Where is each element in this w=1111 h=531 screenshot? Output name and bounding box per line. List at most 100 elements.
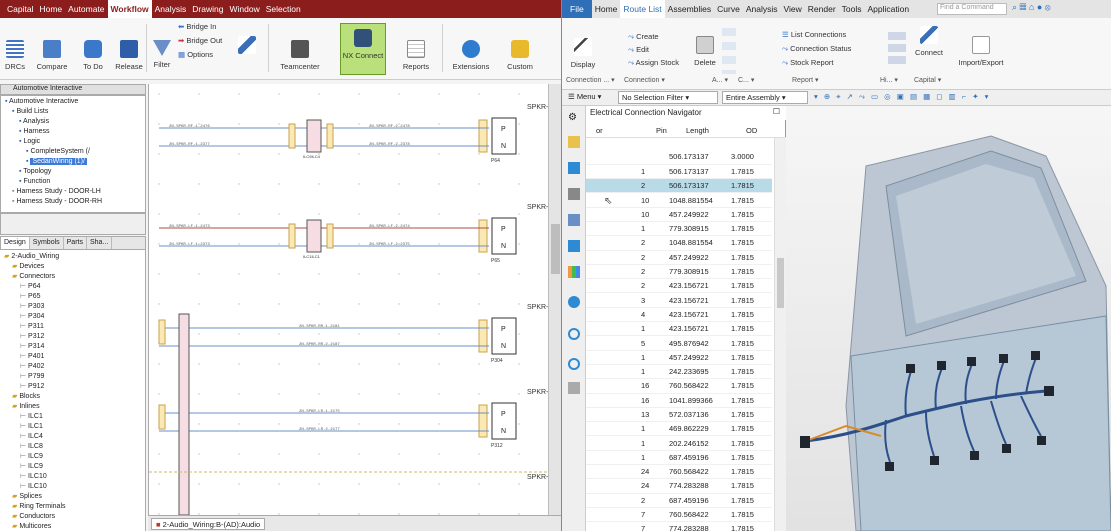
- tool-button[interactable]: [236, 36, 258, 58]
- component-item[interactable]: ⊢ P912: [20, 382, 44, 390]
- column-header-length[interactable]: Length: [686, 126, 709, 135]
- nx-connect-button[interactable]: NX Connect: [340, 23, 386, 75]
- menu-item-application[interactable]: Application: [865, 0, 913, 18]
- menu-item-route-list[interactable]: Route List: [620, 0, 665, 18]
- tab-design[interactable]: Design: [1, 237, 30, 249]
- component-item[interactable]: ⊢ P402: [20, 362, 44, 370]
- menu-item-selection[interactable]: Selection: [263, 0, 304, 18]
- folder-item[interactable]: ▰ Inlines: [12, 402, 40, 410]
- connect-button[interactable]: Connect: [912, 26, 946, 57]
- folder-item[interactable]: ▰ Devices: [12, 262, 44, 270]
- table-row[interactable]: 16 760.568422 1.7815: [586, 378, 772, 394]
- table-row[interactable]: 2 506.173137 1.7815: [586, 178, 772, 194]
- document-tab[interactable]: ■ 2-Audio_Wiring:B-(AD):Audio: [151, 518, 266, 530]
- todo-button[interactable]: To Do: [78, 40, 108, 71]
- column-header-or[interactable]: or: [596, 126, 603, 135]
- tree-item[interactable]: ▪ Logic: [19, 138, 40, 145]
- route-navigator-icon[interactable]: [568, 240, 580, 252]
- ribbon-group-label[interactable]: Hi... ▾: [880, 76, 898, 84]
- search-icon[interactable]: ⌕ ▦ ⌂ ● ⊗: [1012, 2, 1051, 13]
- component-item[interactable]: ⊢ ILC9: [20, 452, 43, 460]
- table-row[interactable]: 1 242.233695 1.7815: [586, 364, 772, 380]
- component-item[interactable]: ⊢ P64: [20, 282, 41, 290]
- menu-item-home[interactable]: Home: [36, 0, 65, 18]
- ribbon-group-label[interactable]: Capital ▾: [914, 76, 941, 84]
- component-item[interactable]: ⊢ P312: [20, 332, 44, 340]
- tab-parts[interactable]: Parts: [64, 237, 87, 249]
- tree-item[interactable]: ▪ Build Lists: [12, 108, 48, 115]
- table-row[interactable]: 1 469.862229 1.7815: [586, 421, 772, 437]
- tree-item[interactable]: ▪ Automotive Interactive: [5, 98, 78, 105]
- menu-item-tools[interactable]: Tools: [839, 0, 865, 18]
- tree-item[interactable]: ▪ CompleteSystem (/: [26, 148, 90, 155]
- tree-item[interactable]: ▪ Topology: [19, 168, 51, 175]
- scrollbar-thumb[interactable]: [777, 258, 784, 308]
- menu-dropdown[interactable]: ☰ Menu ▾: [568, 92, 601, 101]
- ribbon-group-label[interactable]: Connection ... ▾: [566, 76, 615, 84]
- menu-item-window[interactable]: Window: [226, 0, 262, 18]
- table-row[interactable]: 2 779.308915 1.7815: [586, 264, 772, 280]
- compare-button[interactable]: Compare: [32, 40, 72, 71]
- component-item[interactable]: ⊢ ILC10: [20, 472, 47, 480]
- maximize-icon[interactable]: ☐: [773, 107, 780, 116]
- component-item[interactable]: ⊢ ILC1: [20, 422, 43, 430]
- folder-item[interactable]: ▰ Conductors: [12, 512, 55, 520]
- list-connections-button[interactable]: ☰ List Connections: [782, 30, 846, 39]
- ribbon-group-label[interactable]: C... ▾: [738, 76, 754, 84]
- folder-item[interactable]: ▰ Blocks: [12, 392, 40, 400]
- project-dropdown[interactable]: Automotive Interactive: [0, 84, 146, 95]
- create-button[interactable]: ⤳ Create: [628, 32, 659, 42]
- ribbon-group-label[interactable]: Report ▾: [792, 76, 818, 84]
- role-icon[interactable]: [568, 382, 580, 394]
- delete-button[interactable]: Delete: [692, 36, 718, 67]
- menu-item-workflow[interactable]: Workflow: [107, 0, 152, 18]
- teamcenter-button[interactable]: Teamcenter: [276, 40, 324, 71]
- component-item[interactable]: ⊢ P314: [20, 342, 44, 350]
- table-row[interactable]: 2 687.459196 1.7815: [586, 493, 772, 508]
- component-item[interactable]: ⊢ P401: [20, 352, 44, 360]
- component-item[interactable]: ⊢ ILC10: [20, 482, 47, 490]
- release-button[interactable]: Release: [114, 40, 144, 71]
- reports-button[interactable]: Reports: [398, 40, 434, 71]
- folder-item[interactable]: ▰ Ring Terminals: [12, 502, 66, 510]
- custom-button[interactable]: Custom: [500, 40, 540, 71]
- table-row[interactable]: 1 202.246152 1.7815: [586, 435, 772, 451]
- ribbon-group-label[interactable]: A... ▾: [712, 76, 728, 84]
- schematic-canvas[interactable]: SPKR-R1 P N P64 SPKR-LF P N P65 SPKR-RR P N P304 SPK…: [148, 84, 562, 516]
- assembly-navigator-icon[interactable]: [568, 162, 580, 174]
- table-row[interactable]: 10 1048.881554 1.7815: [586, 192, 772, 208]
- connection-navigator-icon[interactable]: [568, 188, 580, 200]
- table-row[interactable]: 2 423.156721 1.7815: [586, 278, 772, 294]
- navigator-scrollbar[interactable]: [774, 138, 786, 531]
- component-item[interactable]: ⊢ P311: [20, 322, 44, 330]
- menu-item-curve[interactable]: Curve: [714, 0, 743, 18]
- table-row[interactable]: 506.173137 3.0000: [586, 150, 772, 165]
- component-item[interactable]: ⊢ ILC4: [20, 432, 43, 440]
- component-item[interactable]: ⊢ ILC8: [20, 442, 43, 450]
- column-header-pin[interactable]: Pin: [656, 126, 667, 135]
- component-item[interactable]: ⊢ ILC1: [20, 412, 43, 420]
- table-row[interactable]: 7 760.568422 1.7815: [586, 507, 772, 523]
- connection-status-button[interactable]: ⤳ Connection Status: [782, 44, 851, 54]
- part-navigator-icon[interactable]: [568, 136, 580, 148]
- tree-item[interactable]: ▪ Harness Study - DOOR-LH: [12, 188, 101, 195]
- folder-item[interactable]: ▰ Splices: [12, 492, 42, 500]
- extensions-button[interactable]: Extensions: [448, 40, 494, 71]
- tree-item[interactable]: ▪ Function: [19, 178, 50, 185]
- component-item[interactable]: ⊢ P303: [20, 302, 44, 310]
- menu-item-file[interactable]: File: [562, 0, 592, 18]
- assembly-scope-dropdown[interactable]: Entire Assembly ▾: [722, 91, 808, 104]
- options-button[interactable]: ▦ Options: [178, 50, 213, 59]
- menu-item-view[interactable]: View: [780, 0, 804, 18]
- web-browser-icon[interactable]: [568, 296, 580, 308]
- tree-scroll-area[interactable]: [0, 213, 146, 235]
- menu-item-automate[interactable]: Automate: [65, 0, 107, 18]
- edit-button[interactable]: ⤳ Edit: [628, 45, 649, 55]
- table-row[interactable]: 2 457.249922 1.7815: [586, 250, 772, 265]
- tab-sha[interactable]: Sha...: [87, 237, 113, 249]
- assembly-tools-icon[interactable]: [722, 28, 736, 74]
- filter-button[interactable]: Filter: [150, 40, 174, 69]
- scrollbar-thumb[interactable]: [551, 224, 560, 274]
- table-row[interactable]: 3 423.156721 1.7815: [586, 292, 772, 308]
- menu-item-capital[interactable]: Capital: [4, 0, 36, 18]
